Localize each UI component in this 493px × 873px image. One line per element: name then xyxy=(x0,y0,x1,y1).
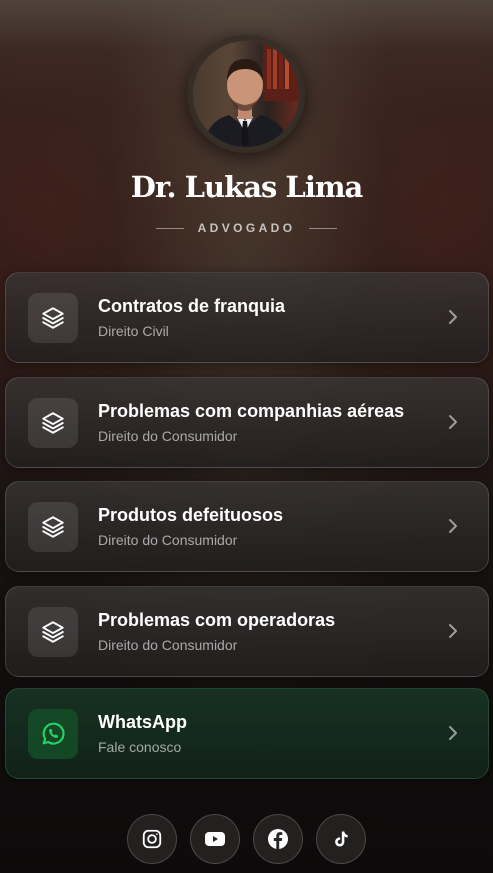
link-card-produtos-defeituosos[interactable]: Produtos defeituosos Direito do Consumid… xyxy=(5,481,489,572)
link-subtitle: Direito do Consumidor xyxy=(98,532,238,548)
layers-icon xyxy=(28,607,78,657)
social-links xyxy=(0,814,493,864)
divider-line-left xyxy=(155,227,184,229)
link-page: Dr. Lukas Lima ADVOGADO Contratos de fra… xyxy=(0,0,493,873)
instagram-icon[interactable] xyxy=(127,814,177,864)
layers-icon xyxy=(28,502,78,552)
avatar xyxy=(187,35,305,153)
whatsapp-title: WhatsApp xyxy=(98,712,187,732)
youtube-icon[interactable] xyxy=(190,814,240,864)
divider-line-right xyxy=(309,227,338,229)
link-card-problemas-com-operadoras[interactable]: Problemas com operadoras Direito do Cons… xyxy=(5,586,489,677)
link-card-contratos-de-franquia[interactable]: Contratos de franquia Direito Civil xyxy=(5,272,489,363)
chevron-right-icon xyxy=(448,623,458,644)
chevron-right-icon xyxy=(448,518,458,539)
profile-role: ADVOGADO xyxy=(197,221,296,235)
tiktok-icon[interactable] xyxy=(316,814,366,864)
link-title: Problemas com companhias aéreas xyxy=(98,401,405,421)
link-subtitle: Direito do Consumidor xyxy=(98,428,238,444)
layers-icon xyxy=(28,293,78,343)
facebook-icon[interactable] xyxy=(253,814,303,864)
whatsapp-icon xyxy=(28,709,78,759)
role-row: ADVOGADO xyxy=(0,221,493,235)
chevron-right-icon xyxy=(448,414,458,435)
link-subtitle: Direito do Consumidor xyxy=(98,637,238,653)
profile-name: Dr. Lukas Lima xyxy=(130,170,364,204)
link-title: Produtos defeituosos xyxy=(98,505,284,525)
layers-icon xyxy=(28,398,78,448)
link-card-problemas-com-companhias-aereas[interactable]: Problemas com companhias aéreas Direito … xyxy=(5,377,489,468)
link-title: Contratos de franquia xyxy=(98,296,286,316)
whatsapp-subtitle: Fale conosco xyxy=(98,739,182,755)
link-subtitle: Direito Civil xyxy=(98,323,169,339)
chevron-right-icon xyxy=(448,309,458,330)
link-title: Problemas com operadoras xyxy=(98,610,336,630)
avatar-photo xyxy=(193,41,299,147)
chevron-right-icon xyxy=(448,725,458,746)
whatsapp-card[interactable]: WhatsApp Fale conosco xyxy=(5,688,489,779)
